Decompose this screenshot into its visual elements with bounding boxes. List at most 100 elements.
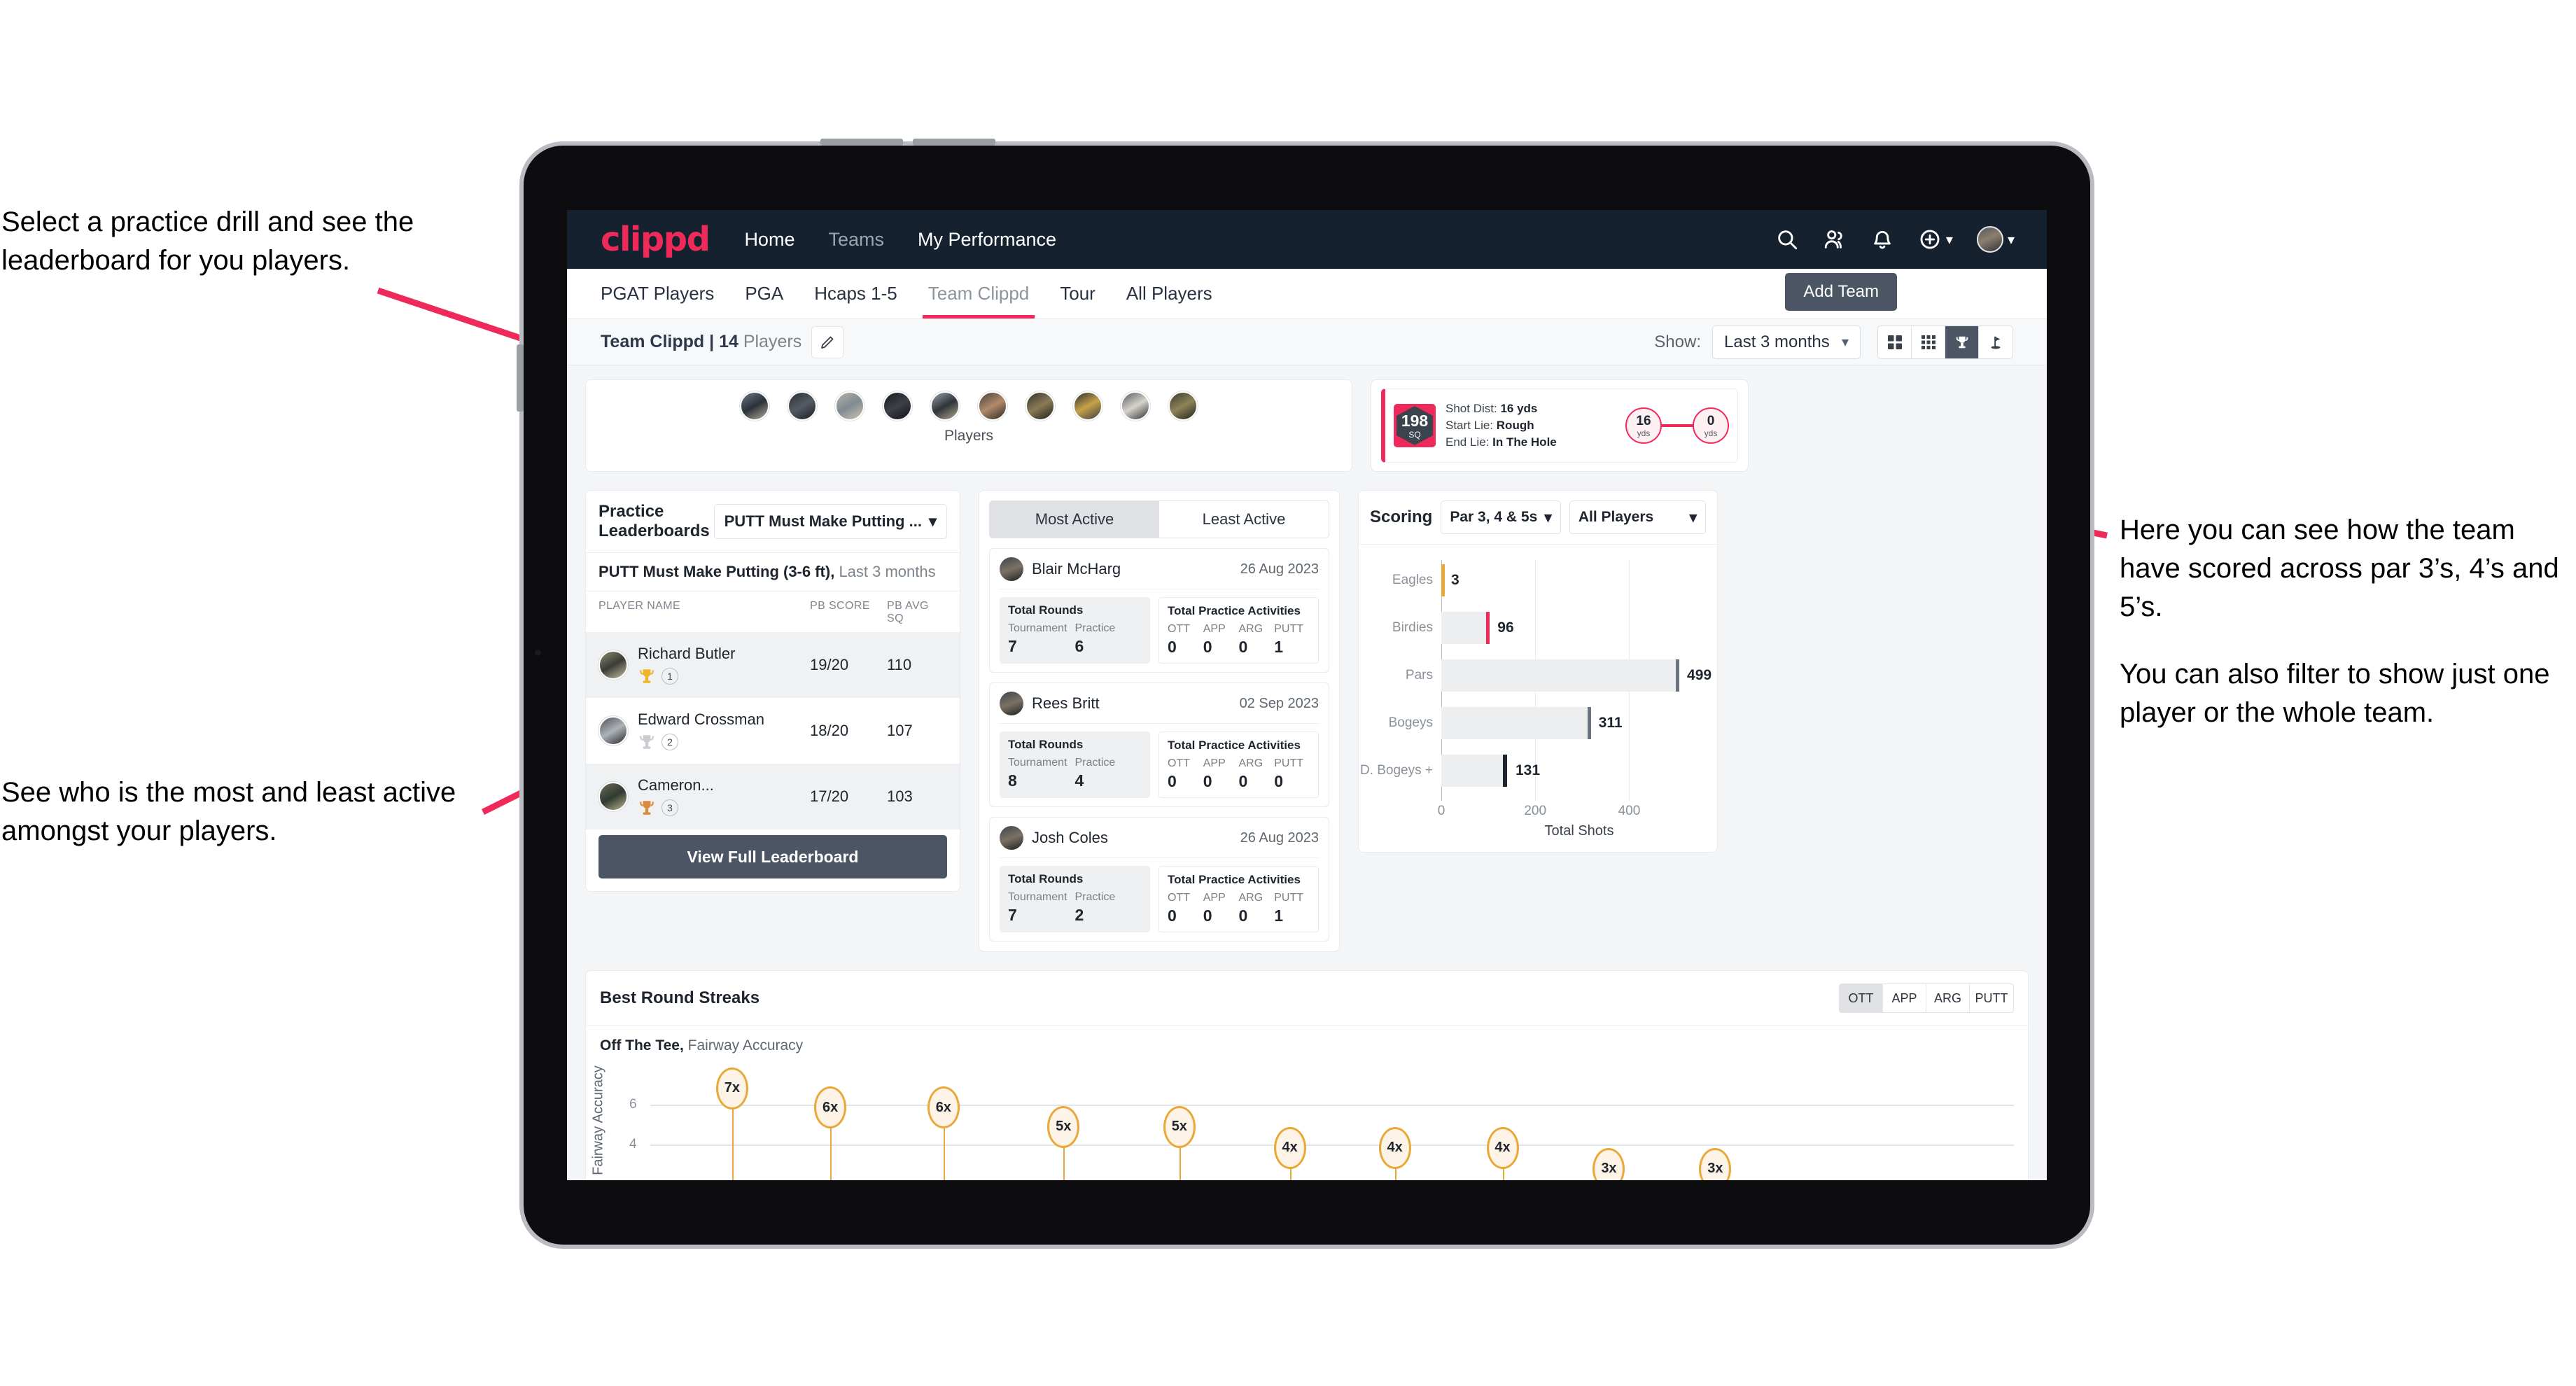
edit-team-button[interactable] <box>811 326 844 358</box>
clippd-logo[interactable]: clippd <box>601 223 710 256</box>
view-grid-9-button[interactable] <box>1912 326 1945 358</box>
streak-marker[interactable]: 3x <box>1592 1147 1625 1180</box>
shot-badge-number: 198 <box>1401 411 1429 430</box>
period-select[interactable]: Last 3 months ▾ <box>1712 325 1861 359</box>
avatar[interactable] <box>1168 391 1198 421</box>
tab-hcaps-1-5[interactable]: Hcaps 1-5 <box>799 269 913 318</box>
list-item[interactable]: Blair McHarg 26 Aug 2023 Total Rounds To… <box>989 548 1329 673</box>
avatar <box>598 716 628 746</box>
rounds-practice: Practice 6 <box>1075 622 1142 656</box>
pb-score-value: 17/20 <box>810 788 849 805</box>
avatar[interactable] <box>835 391 864 421</box>
streak-marker[interactable]: 5x <box>1047 1105 1080 1148</box>
tab-arg[interactable]: ARG <box>1926 984 1970 1012</box>
hexagon-badge: 198 SQ <box>1396 406 1433 445</box>
account-menu[interactable]: ▾ <box>1976 226 2015 253</box>
view-full-leaderboard-button[interactable]: View Full Leaderboard <box>598 835 947 878</box>
practice-activities-title: Total Practice Activities <box>1168 738 1301 752</box>
tab-team-clippd[interactable]: Team Clippd <box>913 269 1045 318</box>
view-trophy-button[interactable] <box>1945 326 1979 358</box>
tab-most-active[interactable]: Most Active <box>990 501 1159 538</box>
add-team-button[interactable]: Add Team <box>1785 273 1897 311</box>
act-putt: PUTT 1 <box>1274 623 1310 657</box>
search-icon[interactable] <box>1775 227 1799 251</box>
streak-marker[interactable]: 6x <box>927 1086 960 1129</box>
tab-pga[interactable]: PGA <box>729 269 799 318</box>
list-item[interactable]: Rees Britt 02 Sep 2023 Total Rounds Tour… <box>989 682 1329 807</box>
drill-select[interactable]: PUTT Must Make Putting ... ▾ <box>713 504 947 539</box>
streak-marker[interactable]: 3x <box>1699 1147 1732 1180</box>
nav-link-teams[interactable]: Teams <box>825 226 887 253</box>
avatar[interactable] <box>1121 391 1150 421</box>
streak-marker[interactable]: 7x <box>715 1067 748 1110</box>
streak-marker[interactable]: 4x <box>1273 1126 1306 1169</box>
avatar[interactable] <box>788 391 817 421</box>
table-row[interactable]: Cameron... 3 17/20 103 <box>586 764 960 830</box>
annotation-top-left-text: Select a practice drill and see the lead… <box>1 206 414 276</box>
view-golf-flag-button[interactable] <box>1979 326 2012 358</box>
shot-end-value: 0 <box>1707 413 1715 428</box>
act-app-value: 0 <box>1203 906 1212 925</box>
practice-activities-cols: OTT 0 APP 0 <box>1168 892 1310 925</box>
players-filter-select[interactable]: All Players ▾ <box>1569 500 1706 534</box>
avatar[interactable] <box>883 391 912 421</box>
panels-row: Practice Leaderboards PUTT Must Make Put… <box>585 490 2029 952</box>
avatar[interactable] <box>1026 391 1055 421</box>
activity-player-header: Blair McHarg 26 Aug 2023 <box>1000 557 1319 589</box>
avatar[interactable] <box>1073 391 1102 421</box>
streaks-subtitle: Off The Tee, Fairway Accuracy <box>586 1026 2028 1054</box>
bell-icon[interactable] <box>1870 227 1894 251</box>
tab-ott[interactable]: OTT <box>1840 984 1883 1012</box>
pencil-icon <box>821 336 834 349</box>
tab-putt[interactable]: PUTT <box>1970 984 2013 1012</box>
avatar[interactable] <box>930 391 960 421</box>
table-row[interactable]: Richard Butler 1 19/20 110 <box>586 632 960 698</box>
team-name: Team Clippd <box>601 332 705 351</box>
rank-badge: 3 <box>662 799 678 816</box>
annotation-right: Here you can see how the team have score… <box>2120 511 2568 732</box>
rounds-practice-label: Practice <box>1074 757 1116 769</box>
par-select-value: Par 3, 4 & 5s <box>1450 509 1538 525</box>
par-select[interactable]: Par 3, 4 & 5s ▾ <box>1441 500 1561 534</box>
col-pb-avg-sq: PB AVG SQ <box>887 600 929 624</box>
activity-tabs: Most Active Least Active <box>989 500 1329 538</box>
x-tick-400: 400 <box>1618 804 1641 818</box>
streak-marker[interactable]: 6x <box>814 1086 847 1129</box>
tab-tour[interactable]: Tour <box>1044 269 1111 318</box>
streak-marker[interactable]: 5x <box>1163 1105 1196 1148</box>
plus-circle-icon[interactable] <box>1918 227 1942 251</box>
practice-activities-cols: OTT 0 APP 0 <box>1168 757 1310 791</box>
rounds-tournament-label: Tournament <box>1008 757 1068 769</box>
avatar[interactable] <box>740 391 769 421</box>
tab-all-players[interactable]: All Players <box>1111 269 1228 318</box>
table-row[interactable]: Edward Crossman 2 18/20 107 <box>586 698 960 764</box>
bar-double-bogeys: D. Bogeys + 131 <box>1359 750 1704 791</box>
avatar[interactable] <box>978 391 1007 421</box>
best-round-streaks-card: Best Round Streaks OTT APP ARG PUTT Off … <box>585 970 2029 1180</box>
drill-select-value: PUTT Must Make Putting ... <box>724 512 922 530</box>
list-item[interactable]: Josh Coles 26 Aug 2023 Total Rounds Tour… <box>989 817 1329 941</box>
add-menu[interactable]: ▾ <box>1918 227 1953 251</box>
nav-link-my-performance[interactable]: My Performance <box>915 226 1059 253</box>
bar-fill <box>1441 755 1503 787</box>
chevron-down-icon: ▾ <box>2007 232 2015 248</box>
leaderboard-title: Practice Leaderboards <box>598 502 710 540</box>
bar-track: 3 <box>1441 560 1704 601</box>
act-ott: OTT 0 <box>1168 757 1203 791</box>
tab-pgat-players[interactable]: PGAT Players <box>601 269 729 318</box>
streak-marker[interactable]: 4x <box>1486 1126 1519 1169</box>
act-arg: ARG 0 <box>1239 757 1275 791</box>
leaderboard-columns: PLAYER NAME PB SCORE PB AVG SQ <box>586 592 960 632</box>
rank-badge: 2 <box>662 734 678 750</box>
view-grid-4-button[interactable] <box>1878 326 1912 358</box>
scoring-header: Scoring Par 3, 4 & 5s ▾ All Players ▾ <box>1359 491 1717 545</box>
avatar[interactable] <box>1976 226 2003 253</box>
streak-marker[interactable]: 4x <box>1378 1126 1411 1169</box>
tab-app[interactable]: APP <box>1883 984 1926 1012</box>
players-avatar-list <box>586 391 1352 421</box>
tab-least-active[interactable]: Least Active <box>1159 501 1329 538</box>
end-lie-value: In The Hole <box>1492 435 1557 449</box>
nav-link-home[interactable]: Home <box>741 226 797 253</box>
act-app-label: APP <box>1203 623 1226 635</box>
people-icon[interactable] <box>1823 227 1847 251</box>
